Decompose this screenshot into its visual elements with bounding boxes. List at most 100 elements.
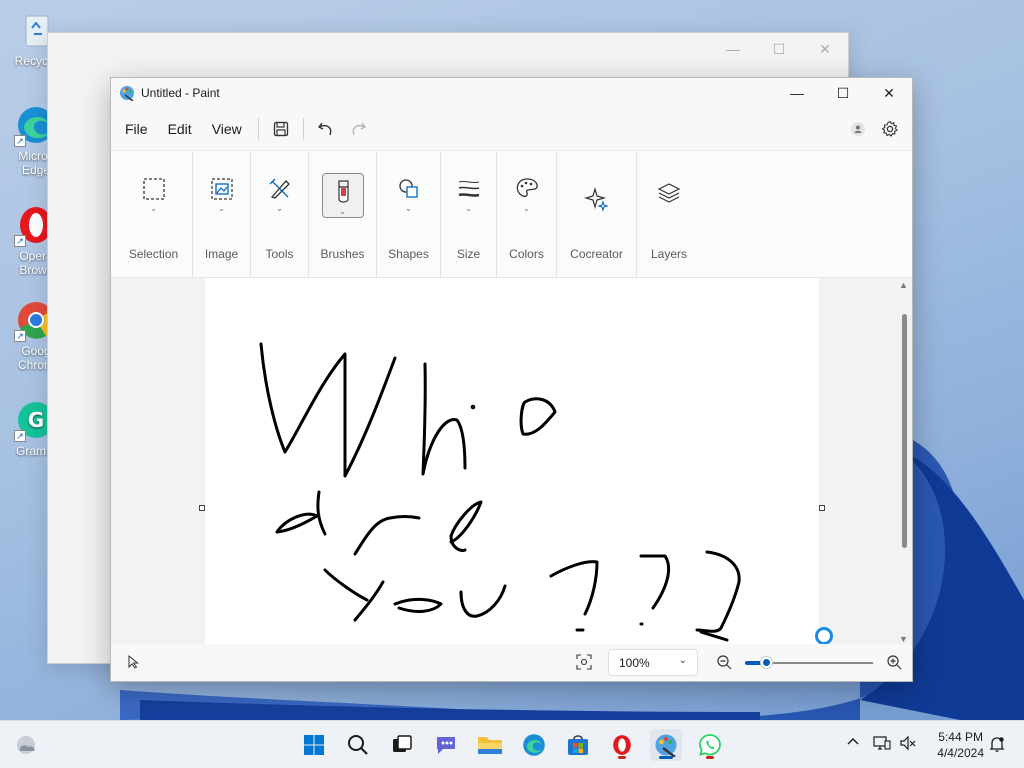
shortcut-arrow-icon: ↗ [14, 430, 26, 442]
taskbar-whatsapp[interactable] [694, 729, 726, 761]
widgets-button[interactable] [14, 733, 40, 760]
ribbon-group-colors[interactable]: ⌄ Colors [497, 151, 557, 277]
close-icon[interactable]: ✕ [802, 33, 848, 65]
settings-button[interactable] [874, 114, 906, 144]
running-indicator [618, 756, 626, 759]
menu-file[interactable]: File [115, 115, 158, 143]
taskbar-paint[interactable] [650, 729, 682, 761]
account-icon [851, 122, 865, 136]
opera-icon [613, 735, 631, 755]
zoom-out-button[interactable] [716, 654, 732, 673]
ribbon-group-label: Image [204, 247, 239, 261]
ribbon-group-shapes[interactable]: ⌄ Shapes [377, 151, 441, 277]
shapes-icon [393, 173, 425, 205]
chevron-up-icon [847, 738, 859, 745]
zoom-slider-thumb[interactable] [760, 656, 773, 669]
svg-text:G: G [28, 408, 44, 432]
teams-chat-icon [437, 737, 455, 754]
paint-icon [655, 734, 677, 757]
ribbon-group-label: Selection [128, 247, 179, 261]
scroll-up-icon[interactable]: ▲ [899, 280, 908, 290]
undo-icon [317, 122, 332, 136]
redo-button[interactable] [342, 114, 374, 144]
drawing-canvas[interactable] [205, 278, 819, 646]
selection-icon [138, 173, 170, 205]
chevron-down-icon: ⌄ [522, 203, 531, 213]
minimize-icon[interactable]: — [710, 33, 756, 65]
canvas-resize-handle-left[interactable] [199, 505, 205, 511]
running-indicator [706, 756, 714, 759]
menu-separator [302, 118, 304, 140]
taskbar: 5:44 PM 4/4/2024 [0, 720, 1024, 768]
menu-view[interactable]: View [202, 115, 252, 143]
ribbon-group-brushes[interactable]: ⌄ Brushes [309, 151, 377, 277]
close-icon: ✕ [883, 84, 895, 101]
title-bar[interactable]: Untitled - Paint — ☐ ✕ [111, 78, 912, 108]
menu-bar: File Edit View [111, 108, 912, 150]
ribbon-group-size[interactable]: ⌄ Size [441, 151, 497, 277]
chevron-down-icon: ⌄ [275, 203, 284, 213]
shortcut-arrow-icon: ↗ [14, 235, 26, 247]
close-button[interactable]: ✕ [866, 78, 912, 108]
ribbon-group-label: Layers [650, 247, 688, 261]
zoom-out-icon [717, 655, 732, 670]
whatsapp-icon [699, 734, 721, 756]
account-button[interactable] [842, 114, 874, 144]
handwriting-drawing [259, 342, 741, 642]
taskbar-start[interactable] [298, 729, 330, 761]
image-icon [206, 173, 238, 205]
taskbar-file-explorer[interactable] [474, 729, 506, 761]
zoom-select[interactable]: 100% ⌄ [608, 649, 698, 676]
redo-icon [352, 122, 366, 136]
chevron-down-icon: ⌄ [678, 655, 687, 666]
taskbar-edge[interactable] [518, 729, 550, 761]
ribbon-group-cocreator[interactable]: Cocreator [557, 151, 637, 277]
notifications-button[interactable] [988, 735, 1006, 756]
save-icon [273, 121, 288, 137]
show-hidden-icons-button[interactable] [846, 735, 860, 752]
volume-muted-icon [900, 735, 916, 751]
vertical-scrollbar[interactable]: ▲ ▼ [898, 278, 912, 646]
maximize-icon[interactable]: ☐ [756, 33, 802, 65]
canvas-resize-handle-right[interactable] [819, 505, 825, 511]
ribbon-group-label: Colors [509, 247, 544, 261]
size-icon [453, 173, 485, 205]
menu-edit[interactable]: Edit [158, 115, 202, 143]
canvas-resize-handle-corner[interactable] [815, 627, 833, 645]
taskbar-task-view[interactable] [386, 729, 418, 761]
volume-button[interactable] [899, 735, 917, 754]
minimize-icon: — [790, 85, 804, 101]
scrollbar-thumb[interactable] [902, 314, 907, 548]
brush-icon [327, 176, 359, 208]
active-indicator [659, 756, 673, 759]
minimize-button[interactable]: — [774, 78, 820, 108]
cursor-position-icon [127, 654, 139, 672]
workspace: ▲ ▼ [111, 278, 912, 646]
maximize-button[interactable]: ☐ [820, 78, 866, 108]
weather-icon [17, 736, 35, 754]
clock-date: 4/4/2024 [937, 746, 984, 760]
undo-button[interactable] [310, 114, 342, 144]
network-button[interactable] [873, 735, 891, 754]
windows-start-icon [304, 735, 324, 755]
fit-to-window-button[interactable] [576, 654, 592, 673]
ribbon-group-label: Shapes [388, 247, 429, 261]
fit-to-window-icon [576, 654, 592, 670]
notification-bell-icon [989, 737, 1005, 752]
save-button[interactable] [265, 114, 297, 144]
taskbar-search[interactable] [342, 729, 374, 761]
zoom-in-button[interactable] [886, 654, 902, 673]
taskbar-chat[interactable] [430, 729, 462, 761]
taskbar-opera[interactable] [606, 729, 638, 761]
taskbar-store[interactable] [562, 729, 594, 761]
chevron-down-icon: ⌄ [464, 203, 473, 213]
store-icon [568, 735, 588, 755]
ribbon-group-layers[interactable]: Layers [637, 151, 701, 277]
taskbar-clock[interactable]: 5:44 PM 4/4/2024 [937, 729, 984, 761]
scroll-down-icon[interactable]: ▼ [899, 634, 908, 644]
ribbon-group-selection[interactable]: ⌄ Selection [115, 151, 193, 277]
edge-icon [523, 734, 545, 756]
chevron-down-icon: ⌄ [404, 203, 413, 213]
ribbon-group-image[interactable]: ⌄ Image [193, 151, 251, 277]
ribbon-group-tools[interactable]: ⌄ Tools [251, 151, 309, 277]
